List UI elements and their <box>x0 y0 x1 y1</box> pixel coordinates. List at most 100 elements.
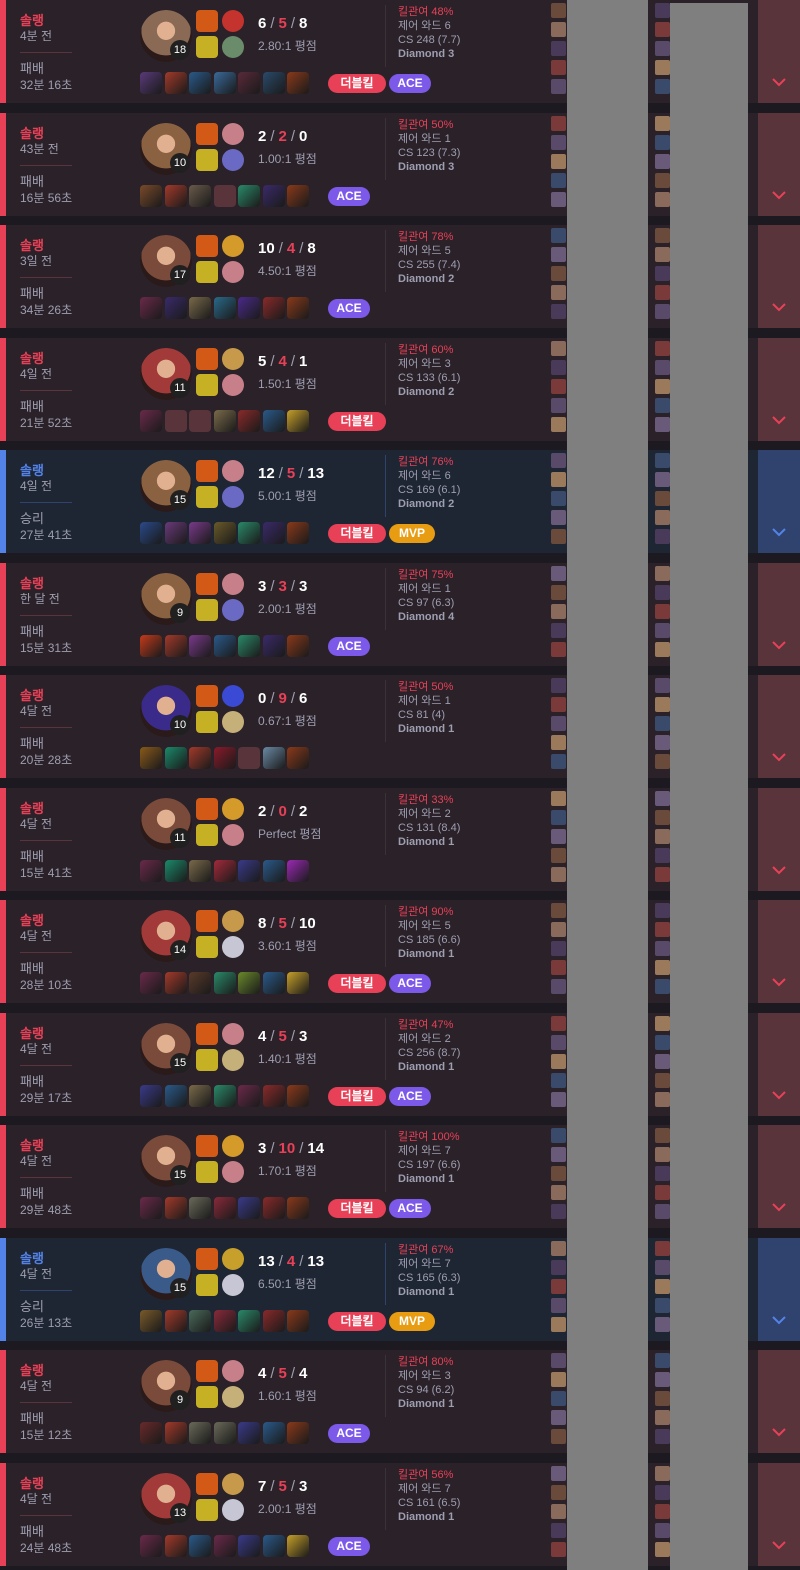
team-champion-icon[interactable] <box>655 603 670 619</box>
team-champion-icon[interactable] <box>655 1429 670 1444</box>
team-champion-icon[interactable] <box>655 1072 670 1088</box>
item-icon[interactable] <box>189 1197 211 1219</box>
team-champion-icon[interactable] <box>655 828 670 844</box>
expand-button[interactable] <box>758 1350 800 1453</box>
team-champion-icon[interactable] <box>551 1429 566 1444</box>
team-champion-icon[interactable] <box>551 1091 566 1107</box>
team-champion-icon[interactable] <box>551 903 566 918</box>
team-champion-icon[interactable] <box>551 1015 566 1031</box>
team-champion-icon[interactable] <box>551 79 566 94</box>
rune-icon[interactable] <box>222 1386 244 1408</box>
item-icon[interactable] <box>262 972 285 994</box>
team-champion-icon[interactable] <box>551 22 566 37</box>
team-champion-icon[interactable] <box>551 172 566 188</box>
rune-icon[interactable] <box>222 685 244 707</box>
item-icon[interactable] <box>140 859 162 882</box>
item-icon[interactable] <box>213 972 236 994</box>
team-champion-icon[interactable] <box>655 1185 670 1200</box>
item-icon[interactable] <box>164 1309 187 1332</box>
item-icon[interactable] <box>287 1534 309 1557</box>
team-champion-icon[interactable] <box>551 735 566 750</box>
expand-button[interactable] <box>758 562 800 666</box>
team-champion-icon[interactable] <box>551 1147 566 1162</box>
item-icon[interactable] <box>140 1197 162 1219</box>
team-champion-icon[interactable] <box>551 340 566 356</box>
item-icon[interactable] <box>262 297 285 319</box>
item-icon[interactable] <box>140 522 162 544</box>
item-icon[interactable] <box>213 297 236 319</box>
summoner-spell-icon[interactable] <box>196 1386 218 1408</box>
team-champion-icon[interactable] <box>655 41 670 56</box>
rune-icon[interactable] <box>222 1247 244 1270</box>
team-champion-icon[interactable] <box>655 172 670 188</box>
item-icon[interactable] <box>262 522 285 544</box>
summoner-spell-icon[interactable] <box>196 1498 218 1521</box>
item-icon[interactable] <box>262 1422 285 1444</box>
summoner-spell-icon[interactable] <box>196 122 218 145</box>
team-champion-icon[interactable] <box>551 1465 566 1481</box>
rune-icon[interactable] <box>222 148 244 171</box>
item-icon[interactable] <box>189 972 211 994</box>
item-icon[interactable] <box>140 972 162 994</box>
expand-button[interactable] <box>758 900 800 1003</box>
expand-button[interactable] <box>758 337 800 441</box>
item-icon[interactable] <box>287 1422 309 1444</box>
item-icon[interactable] <box>238 184 260 207</box>
rune-icon[interactable] <box>222 235 244 257</box>
item-icon[interactable] <box>140 747 162 769</box>
team-champion-icon[interactable] <box>655 1240 670 1256</box>
rune-icon[interactable] <box>222 261 244 283</box>
team-champion-icon[interactable] <box>655 1053 670 1069</box>
team-champion-icon[interactable] <box>551 359 566 375</box>
team-champion-icon[interactable] <box>655 941 670 956</box>
expand-button[interactable] <box>758 1462 800 1566</box>
item-icon[interactable] <box>164 184 187 207</box>
item-icon[interactable] <box>189 747 211 769</box>
item-icon[interactable] <box>262 1309 285 1332</box>
team-champion-icon[interactable] <box>655 866 670 882</box>
team-champion-icon[interactable] <box>655 678 670 693</box>
team-champion-icon[interactable] <box>655 359 670 375</box>
team-champion-icon[interactable] <box>655 510 670 525</box>
rune-icon[interactable] <box>222 1135 244 1157</box>
team-champion-icon[interactable] <box>655 228 670 243</box>
item-icon[interactable] <box>213 1422 236 1444</box>
team-champion-icon[interactable] <box>551 1034 566 1050</box>
item-icon[interactable] <box>238 859 260 882</box>
team-champion-icon[interactable] <box>551 3 566 18</box>
summoner-spell-icon[interactable] <box>196 261 218 283</box>
rune-icon[interactable] <box>222 797 244 820</box>
expand-button[interactable] <box>758 1012 800 1116</box>
team-champion-icon[interactable] <box>655 1465 670 1481</box>
team-champion-icon[interactable] <box>551 115 566 131</box>
item-icon[interactable] <box>287 1197 309 1219</box>
team-champion-icon[interactable] <box>551 641 566 657</box>
item-icon[interactable] <box>287 409 309 432</box>
item-icon[interactable] <box>189 634 211 657</box>
team-champion-icon[interactable] <box>551 510 566 525</box>
team-champion-icon[interactable] <box>655 622 670 638</box>
item-icon[interactable] <box>287 634 309 657</box>
team-champion-icon[interactable] <box>551 716 566 731</box>
team-champion-icon[interactable] <box>655 1410 670 1425</box>
summoner-spell-icon[interactable] <box>196 1135 218 1157</box>
item-icon[interactable] <box>140 1534 162 1557</box>
team-champion-icon[interactable] <box>551 529 566 544</box>
team-champion-icon[interactable] <box>655 397 670 413</box>
team-champion-icon[interactable] <box>655 754 670 769</box>
team-champion-icon[interactable] <box>655 960 670 975</box>
item-icon[interactable] <box>287 1084 309 1107</box>
team-champion-icon[interactable] <box>655 491 670 506</box>
summoner-spell-icon[interactable] <box>196 1048 218 1071</box>
team-champion-icon[interactable] <box>551 1391 566 1406</box>
summoner-spell-icon[interactable] <box>196 797 218 820</box>
item-icon[interactable] <box>262 184 285 207</box>
summoner-spell-icon[interactable] <box>196 936 218 958</box>
item-icon[interactable] <box>164 1197 187 1219</box>
item-icon[interactable] <box>164 1534 187 1557</box>
team-champion-icon[interactable] <box>551 472 566 487</box>
team-champion-icon[interactable] <box>551 979 566 994</box>
item-icon[interactable] <box>287 297 309 319</box>
team-champion-icon[interactable] <box>655 266 670 281</box>
team-champion-icon[interactable] <box>655 1147 670 1162</box>
